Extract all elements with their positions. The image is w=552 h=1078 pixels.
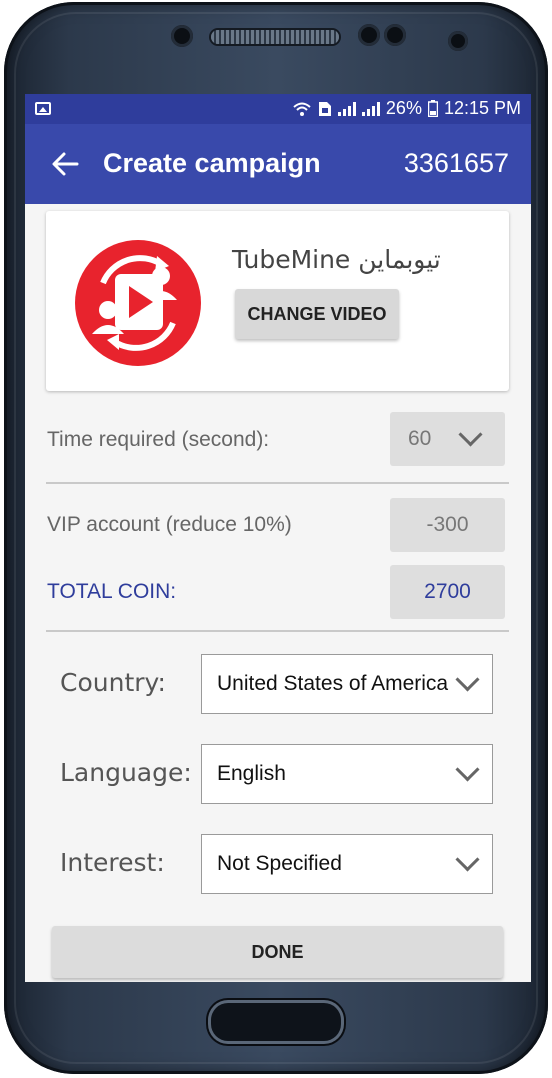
sim-icon xyxy=(318,101,331,116)
camera-lens-icon xyxy=(448,31,468,51)
country-select[interactable]: United States of America xyxy=(201,654,493,714)
earpiece-speaker xyxy=(211,30,339,44)
language-select[interactable]: English xyxy=(201,744,493,804)
sensor-icon xyxy=(384,24,406,46)
divider xyxy=(46,630,509,632)
video-title: TubeMine تیوبماین xyxy=(232,245,441,274)
country-value: United States of America xyxy=(217,672,449,695)
time-required-label: Time required (second): xyxy=(47,428,270,451)
chevron-down-icon xyxy=(455,757,480,782)
vip-label: VIP account (reduce 10%) xyxy=(47,513,292,536)
change-video-button[interactable]: CHANGE VIDEO xyxy=(235,289,399,339)
language-value: English xyxy=(217,762,286,785)
language-label: Language: xyxy=(60,758,192,787)
chevron-down-icon xyxy=(458,422,483,447)
wifi-icon xyxy=(293,102,311,116)
sensor-icon xyxy=(358,24,380,46)
total-coin-label: TOTAL COIN: xyxy=(47,580,177,603)
clock: 12:15 PM xyxy=(443,98,521,118)
back-arrow-icon[interactable] xyxy=(51,150,79,178)
battery-icon xyxy=(427,100,438,117)
chevron-down-icon xyxy=(455,847,480,872)
signal-icon xyxy=(361,101,380,116)
image-icon xyxy=(35,102,51,115)
signal-icon xyxy=(337,101,356,116)
video-card: TubeMine تیوبماین CHANGE VIDEO xyxy=(46,211,509,391)
interest-select[interactable]: Not Specified xyxy=(201,834,493,894)
page-title: Create campaign xyxy=(103,148,321,178)
front-camera-icon xyxy=(171,25,193,47)
app-bar: Create campaign 3361657 xyxy=(25,124,531,204)
home-button[interactable] xyxy=(208,1000,344,1044)
tubemine-logo xyxy=(75,240,201,366)
country-label: Country: xyxy=(60,668,166,697)
interest-value: Not Specified xyxy=(217,852,342,875)
interest-label: Interest: xyxy=(60,848,165,877)
done-button[interactable]: DONE xyxy=(52,926,503,978)
divider xyxy=(46,482,509,484)
vip-reduction-value: -300 xyxy=(390,498,505,552)
coin-balance: 3361657 xyxy=(403,148,509,178)
time-required-value: 60 xyxy=(408,427,432,450)
status-bar: 26% 12:15 PM xyxy=(25,94,531,124)
battery-percent: 26% xyxy=(385,98,422,118)
time-required-select[interactable]: 60 xyxy=(390,412,505,466)
screen: 26% 12:15 PM Create campaign 3361657 Tub… xyxy=(25,94,531,982)
total-coin-value: 2700 xyxy=(390,565,505,619)
chevron-down-icon xyxy=(455,667,480,692)
